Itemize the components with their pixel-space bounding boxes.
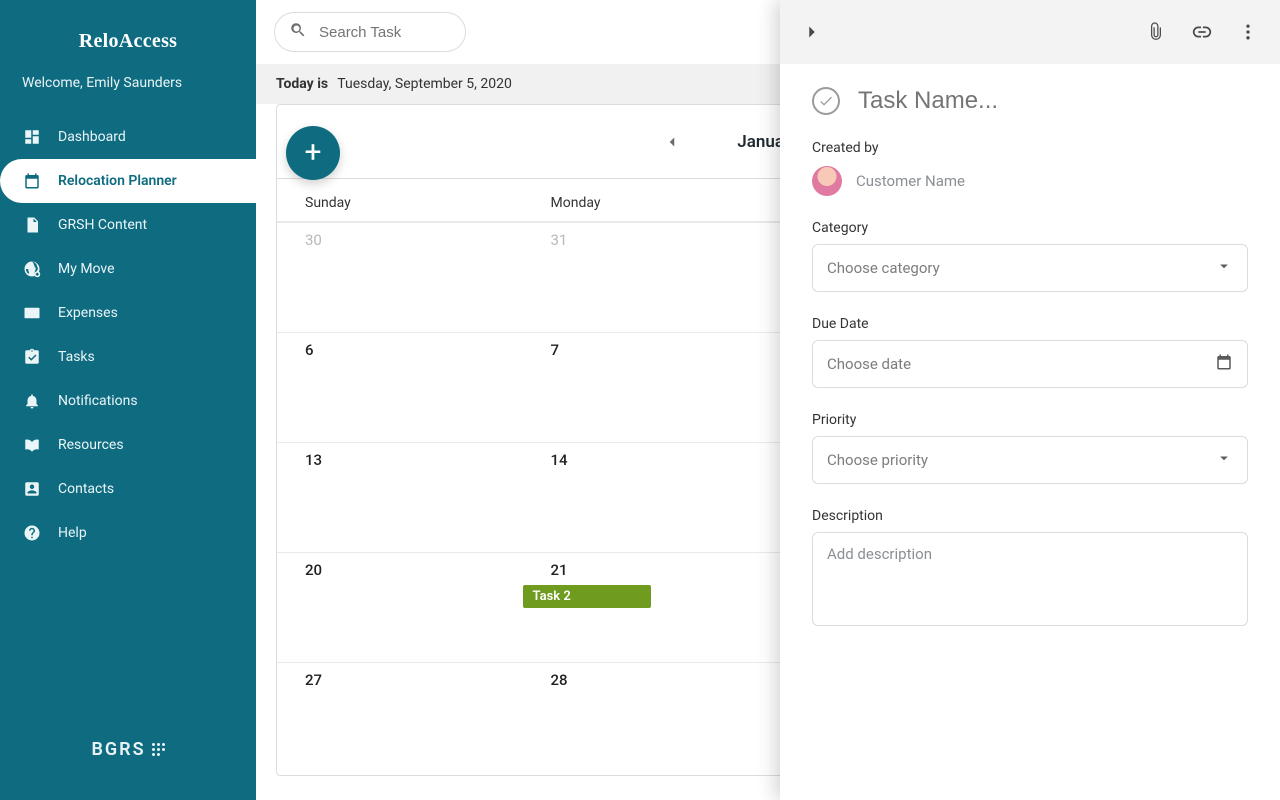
search-box[interactable] <box>274 12 466 52</box>
due-date-label: Due Date <box>812 316 1248 332</box>
search-icon <box>289 21 307 43</box>
description-label: Description <box>812 508 1248 524</box>
calendar-cell[interactable]: 30 <box>277 222 523 332</box>
weekday: Monday <box>523 179 769 221</box>
priority-section: Priority Choose priority <box>812 412 1248 484</box>
due-date-section: Due Date Choose date <box>812 316 1248 388</box>
category-select[interactable]: Choose category <box>812 244 1248 292</box>
collapse-panel-button[interactable] <box>800 20 824 44</box>
sidebar-item-label: Help <box>58 525 87 541</box>
description-section: Description <box>812 508 1248 630</box>
day-number: 27 <box>305 671 495 689</box>
creator-name: Customer Name <box>856 172 965 190</box>
sidebar-item-tasks[interactable]: Tasks <box>0 335 256 379</box>
task-panel: Created by Customer Name Category Choose… <box>780 0 1280 800</box>
calendar-cell[interactable]: 20 <box>277 552 523 662</box>
sidebar-item-dashboard[interactable]: Dashboard <box>0 115 256 159</box>
sidebar-item-resources[interactable]: Resources <box>0 423 256 467</box>
panel-body: Created by Customer Name Category Choose… <box>780 64 1280 652</box>
prev-month-button[interactable] <box>657 127 687 157</box>
sidebar-item-grsh-content[interactable]: GRSH Content <box>0 203 256 247</box>
sidebar-item-label: Resources <box>58 437 124 453</box>
footer-brand: BGRS <box>0 713 256 800</box>
welcome-text: Welcome, Emily Saunders <box>0 75 256 115</box>
calendar-task-pill[interactable]: Task 2 <box>523 585 651 608</box>
calendar-cell[interactable]: 31 <box>523 222 769 332</box>
category-section: Category Choose category <box>812 220 1248 292</box>
sidebar-item-expenses[interactable]: Expenses <box>0 291 256 335</box>
sidebar-item-help[interactable]: Help <box>0 511 256 555</box>
created-by-section: Created by Customer Name <box>812 140 1248 196</box>
sidebar-item-label: Notifications <box>58 393 138 409</box>
task-check-icon <box>22 347 42 367</box>
brand-title: ReloAccess <box>0 0 256 75</box>
link-icon[interactable] <box>1190 20 1214 44</box>
day-number: 21 <box>551 561 741 579</box>
day-number: 31 <box>551 231 741 249</box>
book-icon <box>22 435 42 455</box>
attachment-icon[interactable] <box>1144 20 1168 44</box>
calendar-cell[interactable]: 7 <box>523 332 769 442</box>
bell-icon <box>22 391 42 411</box>
chevron-down-icon <box>1215 449 1233 471</box>
priority-select[interactable]: Choose priority <box>812 436 1248 484</box>
created-by-label: Created by <box>812 140 1248 156</box>
footer-brand-dots-icon <box>152 743 165 756</box>
day-number: 14 <box>551 451 741 469</box>
panel-header <box>780 0 1280 64</box>
search-input[interactable] <box>317 23 451 42</box>
chevron-down-icon <box>1215 257 1233 279</box>
calendar-cell[interactable]: 14 <box>523 442 769 552</box>
day-number: 6 <box>305 341 495 359</box>
sidebar-item-contacts[interactable]: Contacts <box>0 467 256 511</box>
calendar-cell[interactable]: 13 <box>277 442 523 552</box>
sidebar-item-relocation-planner[interactable]: Relocation Planner <box>0 159 256 203</box>
calendar-cell[interactable]: 6 <box>277 332 523 442</box>
weekday: Sunday <box>277 179 523 221</box>
document-icon <box>22 215 42 235</box>
category-label: Category <box>812 220 1248 236</box>
sidebar-item-label: Contacts <box>58 481 114 497</box>
day-number: 7 <box>551 341 741 359</box>
day-number: 30 <box>305 231 495 249</box>
sidebar-item-label: Relocation Planner <box>58 173 177 189</box>
sidebar-item-label: Tasks <box>58 349 95 365</box>
description-textarea[interactable] <box>812 532 1248 626</box>
calendar-clip-icon <box>22 171 42 191</box>
plus-icon: + <box>304 138 321 168</box>
due-date-picker[interactable]: Choose date <box>812 340 1248 388</box>
day-number: 20 <box>305 561 495 579</box>
sidebar: ReloAccess Welcome, Emily Saunders Dashb… <box>0 0 256 800</box>
sidebar-item-label: Expenses <box>58 305 118 321</box>
task-name-input[interactable] <box>856 86 1248 116</box>
calendar-cell[interactable]: 27 <box>277 662 523 772</box>
dashboard-icon <box>22 127 42 147</box>
calendar-cell[interactable]: 21 Task 2 <box>523 552 769 662</box>
calendar-icon <box>1215 353 1233 375</box>
day-number: 28 <box>551 671 741 689</box>
card-icon <box>22 303 42 323</box>
task-title-row <box>812 86 1248 116</box>
contact-icon <box>22 479 42 499</box>
sidebar-item-label: Dashboard <box>58 129 126 145</box>
sidebar-nav: Dashboard Relocation Planner GRSH Conten… <box>0 115 256 555</box>
complete-checkbox[interactable] <box>812 87 840 115</box>
creator-avatar <box>812 166 842 196</box>
add-task-fab[interactable]: + <box>286 126 340 180</box>
sidebar-item-label: My Move <box>58 261 115 277</box>
sidebar-item-notifications[interactable]: Notifications <box>0 379 256 423</box>
sidebar-item-label: GRSH Content <box>58 217 147 233</box>
sidebar-item-my-move[interactable]: My Move <box>0 247 256 291</box>
globe-plus-icon <box>22 259 42 279</box>
help-icon <box>22 523 42 543</box>
more-icon[interactable] <box>1236 20 1260 44</box>
priority-label: Priority <box>812 412 1248 428</box>
calendar-cell[interactable]: 28 <box>523 662 769 772</box>
day-number: 13 <box>305 451 495 469</box>
